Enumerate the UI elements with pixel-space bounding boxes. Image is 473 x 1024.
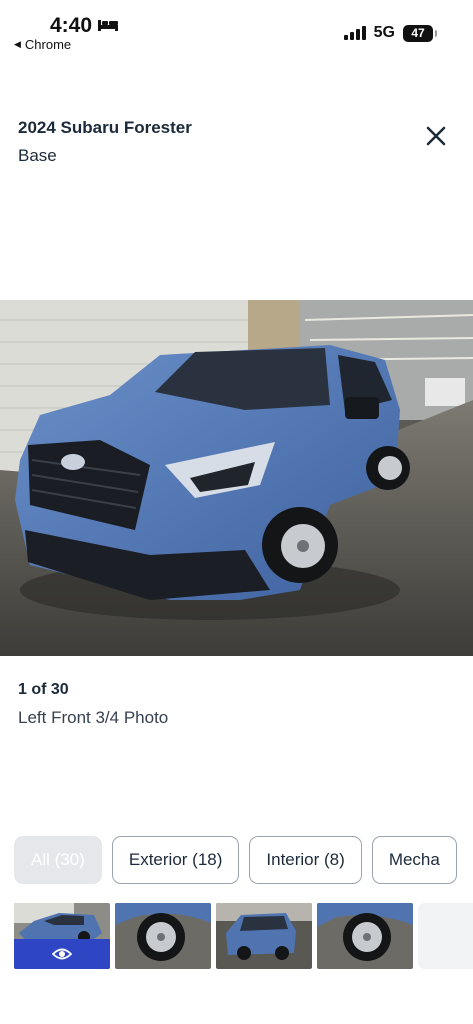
eye-icon: [52, 948, 72, 960]
filter-chip-exterior[interactable]: Exterior (18): [111, 836, 240, 884]
battery-level: 47: [411, 26, 425, 40]
filter-chip-mechanical[interactable]: Mecha: [371, 836, 457, 884]
signal-icon: [343, 26, 366, 40]
selected-thumb-indicator: [14, 939, 110, 969]
photo-label: Left Front 3/4 Photo: [18, 708, 169, 727]
status-time: 4:40: [50, 14, 119, 38]
thumbnail-1-selected[interactable]: [14, 903, 110, 969]
filter-chip-interior[interactable]: Interior (8): [249, 836, 362, 884]
status-bar: 4:40 ◀ Chrome 5G 47: [0, 0, 473, 60]
battery-icon: 47: [403, 24, 437, 42]
thumbnail-5-loading[interactable]: [418, 903, 473, 969]
vehicle-header: 2024 Subaru Forester Base: [18, 118, 458, 166]
thumbnail-3[interactable]: [216, 903, 312, 969]
back-app-label: Chrome: [24, 37, 72, 52]
thumbnail-2[interactable]: [115, 903, 211, 969]
photo-caption: 1 of 30 Left Front 3/4 Photo: [18, 681, 168, 728]
vehicle-title: 2024 Subaru Forester: [18, 118, 192, 137]
time-text: 4:40: [50, 14, 93, 37]
photo-thumbnail-strip: [14, 903, 473, 969]
main-vehicle-photo[interactable]: [0, 300, 473, 656]
close-icon: [426, 126, 446, 146]
network-label: 5G: [373, 24, 395, 41]
close-button[interactable]: [420, 120, 452, 152]
back-triangle-icon: ◀: [14, 39, 21, 49]
status-indicators: 5G 47: [343, 24, 437, 42]
photo-counter: 1 of 30: [18, 681, 69, 698]
vehicle-trim: Base: [18, 146, 57, 165]
thumbnail-4[interactable]: [317, 903, 413, 969]
back-to-app[interactable]: ◀ Chrome: [14, 37, 71, 52]
photo-filter-chips: All (30) Exterior (18) Interior (8) Mech…: [14, 836, 457, 884]
sleep-bed-icon: [97, 14, 119, 38]
filter-chip-all[interactable]: All (30): [14, 836, 102, 884]
